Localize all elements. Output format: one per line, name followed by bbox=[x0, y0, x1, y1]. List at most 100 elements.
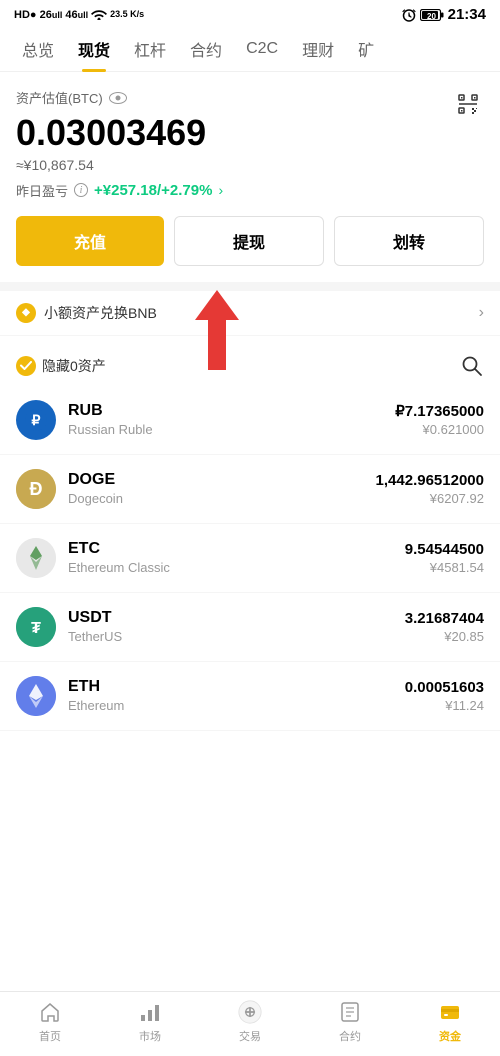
etc-crypto-amount: 9.54544500 bbox=[405, 541, 484, 558]
bnb-banner[interactable]: ◆ 小额资产兑换BNB › bbox=[0, 290, 500, 336]
deposit-button[interactable]: 充值 bbox=[16, 216, 164, 266]
doge-symbol-icon: Ð bbox=[16, 469, 56, 509]
usdt-info: USDT TetherUS bbox=[68, 609, 405, 644]
network-status: HD● 26ull 46ull bbox=[14, 9, 88, 21]
eth-crypto-amount: 0.00051603 bbox=[405, 679, 484, 696]
funds-icon bbox=[438, 1000, 462, 1024]
asset-label-row: 资产估值(BTC) 0.03003469 ≈¥10,867.54 bbox=[16, 88, 206, 173]
check-circle-icon bbox=[16, 356, 36, 376]
pnl-value: +¥257.18/+2.79% bbox=[94, 182, 212, 199]
etc-fiat-amount: ¥4581.54 bbox=[405, 560, 484, 575]
asset-row-rub[interactable]: ₽ RUB Russian Ruble ₽7.17365000 ¥0.62100… bbox=[0, 386, 500, 455]
scan-icon bbox=[456, 92, 480, 116]
status-left: HD● 26ull 46ull 23.5 K/s bbox=[14, 9, 144, 21]
hide-assets-toggle[interactable]: 隐藏0资产 bbox=[16, 356, 106, 376]
etc-symbol-icon bbox=[16, 538, 56, 578]
trade-icon bbox=[238, 1000, 262, 1024]
eth-fiat-amount: ¥11.24 bbox=[405, 698, 484, 713]
info-icon[interactable]: i bbox=[74, 183, 88, 197]
etc-amounts: 9.54544500 ¥4581.54 bbox=[405, 541, 484, 575]
bnb-banner-left: ◆ 小额资产兑换BNB bbox=[16, 303, 157, 323]
usdt-symbol: USDT bbox=[68, 609, 405, 627]
pnl-chevron-icon[interactable]: › bbox=[218, 182, 223, 198]
transfer-button[interactable]: 划转 bbox=[334, 216, 484, 266]
rub-name: Russian Ruble bbox=[68, 422, 395, 437]
doge-amounts: 1,442.96512000 ¥6207.92 bbox=[376, 472, 484, 506]
nav-funds-label: 资金 bbox=[439, 1028, 461, 1044]
eth-amounts: 0.00051603 ¥11.24 bbox=[405, 679, 484, 713]
pnl-row: 昨日盈亏 i +¥257.18/+2.79% › bbox=[16, 181, 484, 200]
usdt-icon: ₮ bbox=[16, 607, 56, 647]
svg-text:₮: ₮ bbox=[31, 620, 41, 637]
tab-overview[interactable]: 总览 bbox=[10, 27, 66, 71]
nav-funds[interactable]: 资金 bbox=[425, 1000, 475, 1044]
home-icon bbox=[38, 1000, 62, 1024]
withdraw-button[interactable]: 提现 bbox=[174, 216, 324, 266]
hide-assets-label: 隐藏0资产 bbox=[42, 356, 106, 376]
asset-row-usdt[interactable]: ₮ USDT TetherUS 3.21687404 ¥20.85 bbox=[0, 593, 500, 662]
rub-fiat-amount: ¥0.621000 bbox=[395, 422, 484, 437]
time: 21:34 bbox=[448, 6, 486, 23]
fiat-amount: ≈¥10,867.54 bbox=[16, 157, 206, 173]
asset-row-etc[interactable]: ETC Ethereum Classic 9.54544500 ¥4581.54 bbox=[0, 524, 500, 593]
nav-trade[interactable]: 交易 bbox=[225, 1000, 275, 1044]
rub-symbol: RUB bbox=[68, 402, 395, 420]
usdt-symbol-icon: ₮ bbox=[16, 607, 56, 647]
etc-name: Ethereum Classic bbox=[68, 560, 405, 575]
rub-info: RUB Russian Ruble bbox=[68, 402, 395, 437]
nav-contract[interactable]: 合约 bbox=[325, 1000, 375, 1044]
eth-info: ETH Ethereum bbox=[68, 678, 405, 713]
bottom-nav: 首页 市场 交易 bbox=[0, 991, 500, 1056]
asset-header-row: 资产估值(BTC) 0.03003469 ≈¥10,867.54 bbox=[16, 88, 484, 173]
battery-icon: 20 bbox=[420, 9, 444, 21]
doge-icon: Ð bbox=[16, 469, 56, 509]
btc-amount: 0.03003469 bbox=[16, 113, 206, 153]
svg-text:Ð: Ð bbox=[30, 479, 43, 499]
eth-icon bbox=[16, 676, 56, 716]
nav-market[interactable]: 市场 bbox=[125, 1000, 175, 1044]
tab-finance[interactable]: 理财 bbox=[290, 27, 346, 71]
nav-home[interactable]: 首页 bbox=[25, 1000, 75, 1044]
eth-symbol: ETH bbox=[68, 678, 405, 696]
search-button[interactable] bbox=[460, 354, 484, 378]
etc-icon bbox=[16, 538, 56, 578]
tab-futures[interactable]: 合约 bbox=[178, 27, 234, 71]
divider-1 bbox=[0, 282, 500, 290]
market-icon bbox=[138, 1000, 162, 1024]
doge-crypto-amount: 1,442.96512000 bbox=[376, 472, 484, 489]
alarm-icon bbox=[402, 8, 416, 22]
eye-icon[interactable] bbox=[109, 92, 127, 104]
doge-fiat-amount: ¥6207.92 bbox=[376, 491, 484, 506]
tab-margin[interactable]: 杠杆 bbox=[122, 27, 178, 71]
asset-row-doge[interactable]: Ð DOGE Dogecoin 1,442.96512000 ¥6207.92 bbox=[0, 455, 500, 524]
eth-symbol-icon bbox=[16, 676, 56, 716]
scan-button[interactable] bbox=[452, 88, 484, 120]
doge-name: Dogecoin bbox=[68, 491, 376, 506]
usdt-amounts: 3.21687404 ¥20.85 bbox=[405, 610, 484, 644]
svg-text:₽: ₽ bbox=[32, 412, 41, 428]
nav-market-label: 市场 bbox=[139, 1028, 161, 1044]
nav-trade-label: 交易 bbox=[239, 1028, 261, 1044]
wifi-icon bbox=[91, 9, 107, 21]
rub-crypto-amount: ₽7.17365000 bbox=[395, 402, 484, 420]
eth-name: Ethereum bbox=[68, 698, 405, 713]
tab-mining[interactable]: 矿 bbox=[346, 27, 386, 71]
speed: 23.5 K/s bbox=[110, 10, 144, 20]
rub-symbol-icon: ₽ bbox=[24, 408, 48, 432]
usdt-crypto-amount: 3.21687404 bbox=[405, 610, 484, 627]
tab-c2c[interactable]: C2C bbox=[234, 30, 290, 68]
etc-symbol: ETC bbox=[68, 540, 405, 558]
usdt-name: TetherUS bbox=[68, 629, 405, 644]
rub-icon: ₽ bbox=[16, 400, 56, 440]
contract-icon bbox=[338, 1000, 362, 1024]
asset-row-eth[interactable]: ETH Ethereum 0.00051603 ¥11.24 bbox=[0, 662, 500, 731]
asset-label: 资产估值(BTC) bbox=[16, 88, 206, 107]
nav-contract-label: 合约 bbox=[339, 1028, 361, 1044]
tab-spot[interactable]: 现货 bbox=[66, 27, 122, 71]
svg-text:20: 20 bbox=[427, 12, 436, 21]
status-bar: HD● 26ull 46ull 23.5 K/s 20 21:34 bbox=[0, 0, 500, 27]
nav-home-label: 首页 bbox=[39, 1028, 61, 1044]
status-right: 20 21:34 bbox=[402, 6, 486, 23]
rub-amounts: ₽7.17365000 ¥0.621000 bbox=[395, 402, 484, 437]
nav-tabs: 总览 现货 杠杆 合约 C2C 理财 矿 bbox=[0, 27, 500, 72]
